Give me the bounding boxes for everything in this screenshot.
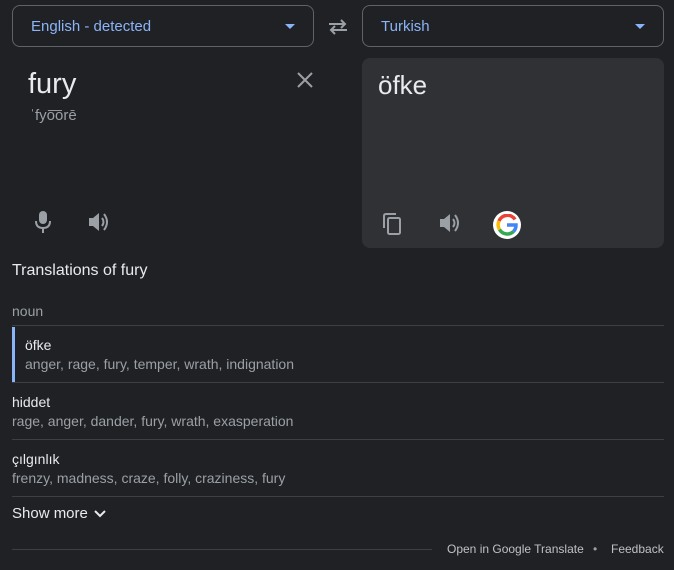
- translation-synonyms: anger, rage, fury, temper, wrath, indign…: [25, 356, 295, 372]
- part-of-speech-label: noun: [12, 303, 44, 319]
- translation-synonyms: frenzy, madness, craze, folly, craziness…: [12, 470, 286, 486]
- caret-down-icon: [285, 23, 295, 29]
- source-panel: fury ˈfyo͞orē: [12, 58, 350, 248]
- copy-translation-button[interactable]: [382, 212, 404, 236]
- speaker-icon: [89, 213, 108, 231]
- chevron-down-icon: [94, 509, 106, 517]
- translation-entry[interactable]: çılgınlık frenzy, madness, craze, folly,…: [12, 439, 664, 496]
- translation-word: öfke: [25, 337, 52, 353]
- footer-divider: [12, 549, 432, 550]
- show-more-label: Show more: [12, 505, 88, 522]
- source-language-select[interactable]: English - detected: [12, 5, 314, 47]
- caret-down-icon: [635, 23, 645, 29]
- translation-entry[interactable]: hiddet rage, anger, dander, fury, wrath,…: [12, 382, 664, 439]
- close-icon: [297, 72, 313, 88]
- google-logo-icon: [496, 214, 518, 236]
- open-in-google-translate-link[interactable]: Open in Google Translate: [447, 542, 584, 556]
- translated-text: öfke: [378, 70, 428, 100]
- voice-input-button[interactable]: [33, 210, 53, 234]
- translation-word: hiddet: [12, 394, 51, 410]
- source-phonetic: ˈfyo͞orē: [30, 107, 77, 124]
- swap-icon: [329, 19, 347, 35]
- mic-icon: [35, 211, 51, 233]
- show-more-button[interactable]: Show more: [12, 505, 107, 522]
- source-text[interactable]: fury: [28, 68, 76, 101]
- translation-word: çılgınlık: [12, 451, 60, 467]
- clear-button[interactable]: [295, 70, 315, 90]
- target-language-label: Turkish: [381, 17, 430, 35]
- copy-icon: [383, 213, 401, 235]
- target-language-select[interactable]: Turkish: [362, 5, 664, 47]
- google-logo-button[interactable]: [493, 211, 521, 239]
- footer-separator: •: [593, 542, 598, 556]
- translation-synonyms: rage, anger, dander, fury, wrath, exaspe…: [12, 413, 294, 429]
- listen-translation-button[interactable]: [438, 212, 462, 234]
- divider: [12, 496, 664, 497]
- swap-languages-button[interactable]: [324, 13, 352, 41]
- source-language-label: English - detected: [31, 17, 152, 35]
- translations-heading: Translations of fury: [12, 262, 148, 279]
- selected-indicator: [12, 327, 15, 382]
- translation-entry[interactable]: öfke anger, rage, fury, temper, wrath, i…: [12, 325, 664, 382]
- listen-source-button[interactable]: [87, 211, 111, 233]
- target-panel: öfke: [362, 58, 664, 248]
- speaker-icon: [440, 214, 459, 232]
- feedback-link[interactable]: Feedback: [611, 542, 664, 556]
